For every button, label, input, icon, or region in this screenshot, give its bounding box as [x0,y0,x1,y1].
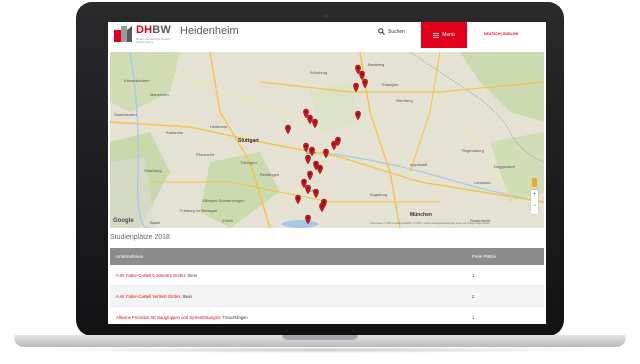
row-places: 2 [472,294,475,299]
marker-layer [285,64,368,225]
table-row: A.W. Faber-Castell Cosmetics GmbH, Stein… [110,265,544,286]
hamburger-icon [433,32,440,38]
map-marker-icon[interactable] [359,70,365,81]
street-view-icon[interactable] [532,178,537,187]
browser-screen: DHBW Duale Hochschule Baden-Württemberg … [108,22,546,324]
company-link[interactable]: A.W. Faber-Castell Cosmetics GmbH [116,273,185,278]
map-marker-icon[interactable] [305,154,311,165]
dhbw-logo-icon[interactable] [114,26,132,44]
map-marker-icon[interactable] [303,142,309,153]
site-header: DHBW Duale Hochschule Baden-Württemberg … [108,22,546,48]
map-marker-icon[interactable] [309,146,315,157]
table-row: A.W. Faber-Castell Vertrieb GmbH, Stein … [110,286,544,307]
zoom-control[interactable]: + − [531,190,538,214]
map-marker-icon[interactable] [305,184,311,195]
logo-wordmark[interactable]: DHBW [136,24,171,36]
row-company: Aflexine Precision SE Baugruppen und Sys… [116,315,248,320]
zoom-in-button[interactable]: + [531,190,538,201]
company-link[interactable]: Aflexine Precision SE Baugruppen und Sys… [116,315,220,320]
search-icon [378,28,385,35]
google-logo[interactable]: Google [113,218,134,224]
logo-subtitle: Duale Hochschule Baden-Württemberg [136,37,171,45]
laptop-shadow [40,347,600,353]
company-link[interactable]: A.W. Faber-Castell Vertrieb GmbH [116,294,180,299]
section-title: Studienplätze 2018 [110,234,170,241]
map-marker-icon[interactable] [313,188,319,199]
zoom-out-button[interactable]: − [531,201,538,212]
map-marker-icon[interactable] [307,170,313,181]
laptop-notch [282,335,358,340]
camera-dot [324,14,328,18]
map-marker-icon[interactable] [305,214,311,225]
map-marker-icon[interactable] [353,82,359,93]
col-header-places: Freie Plätze [472,254,497,259]
map-marker-icon[interactable] [355,110,361,121]
row-places: 1 [472,273,475,278]
map-marker-icon[interactable] [285,124,291,135]
language-switch[interactable]: DEUTSCH | ENGLISH [484,32,518,36]
company-table: Unternehmen Freie Plätze A.W. Faber-Cast… [110,248,544,324]
menu-button[interactable]: Menü [421,22,467,48]
company-map[interactable]: Kaiserslautern Mannheim Heilbronn Stuttg… [110,52,544,228]
map-marker-icon[interactable] [362,78,368,89]
table-header: Unternehmen Freie Plätze [110,248,544,265]
row-places: 1 [472,315,475,320]
map-marker-icon[interactable] [312,118,318,129]
map-marker-icon[interactable] [319,202,325,213]
search-label: Suchen [388,28,405,35]
map-marker-icon[interactable] [317,164,323,175]
menu-label: Menü [442,32,455,38]
col-header-company: Unternehmen [116,254,144,259]
map-attribution: Kartendaten © 2018 GeoBasis-DE/BKG (©200… [370,222,490,225]
row-company: A.W. Faber-Castell Cosmetics GmbH, Stein [116,273,197,278]
campus-name: Heidenheim [180,25,239,37]
table-row: Aflexine Precision SE Baugruppen und Sys… [110,307,544,324]
map-marker-icon[interactable] [323,148,329,159]
map-marker-icon[interactable] [295,194,301,205]
map-marker-icon[interactable] [307,114,313,125]
row-company: A.W. Faber-Castell Vertrieb GmbH, Stein [116,294,192,299]
search-button[interactable]: Suchen [378,28,405,35]
